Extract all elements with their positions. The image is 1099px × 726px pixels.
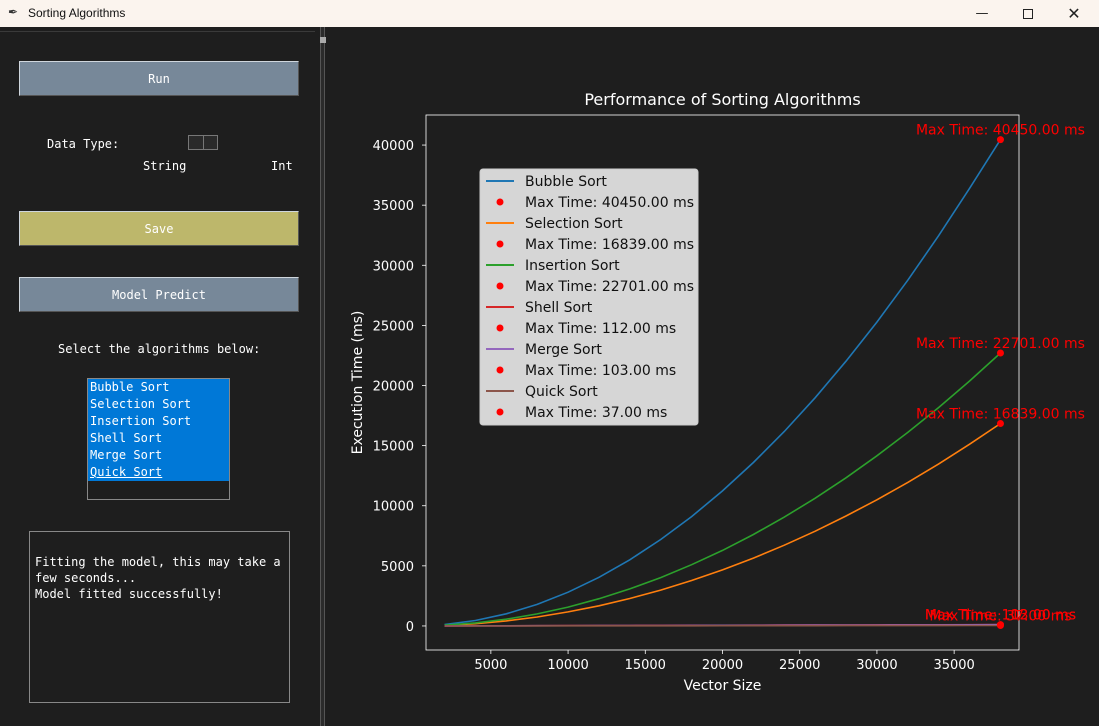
max-label: Max Time: 16839.00 ms	[916, 407, 1085, 423]
run-button[interactable]: Run	[19, 61, 299, 96]
list-item[interactable]: Merge Sort	[88, 447, 229, 464]
int-option-label: Int	[271, 159, 293, 173]
y-tick-label: 30000	[373, 259, 414, 274]
legend-entry: Quick Sort	[525, 384, 598, 400]
x-axis-label: Vector Size	[684, 678, 762, 694]
feather-icon: ✒	[8, 5, 19, 19]
close-button[interactable]: ✕	[1051, 0, 1097, 27]
x-tick-label: 35000	[933, 658, 974, 673]
string-option-label: String	[143, 159, 187, 173]
legend-entry: Max Time: 112.00 ms	[525, 321, 676, 337]
y-tick-label: 15000	[373, 440, 414, 455]
list-item[interactable]: Insertion Sort	[88, 413, 229, 430]
select-algorithms-label: Select the algorithms below:	[58, 342, 261, 356]
list-item[interactable]: Shell Sort	[88, 430, 229, 447]
legend-entry: Merge Sort	[525, 342, 602, 358]
x-tick-label: 10000	[547, 658, 588, 673]
legend-entry: Selection Sort	[525, 216, 623, 232]
performance-chart: Performance of Sorting Algorithms 5000 100…	[350, 90, 1085, 694]
y-tick-label: 40000	[373, 139, 414, 154]
toggle-left	[189, 136, 204, 149]
legend-entry: Max Time: 16839.00 ms	[525, 237, 694, 253]
y-tick-label: 35000	[373, 199, 414, 214]
x-tick-label: 15000	[625, 658, 666, 673]
legend-entry: Insertion Sort	[525, 258, 620, 274]
pane-sash[interactable]	[320, 27, 326, 726]
title-bar: ✒ Sorting Algorithms — ✕	[0, 0, 1099, 27]
legend-entry: Max Time: 22701.00 ms	[525, 279, 694, 295]
model-predict-button[interactable]: Model Predict	[19, 277, 299, 312]
max-label: Max Time: 40450.00 ms	[916, 123, 1085, 139]
minimize-button[interactable]: —	[959, 0, 1005, 27]
legend-entry: Bubble Sort	[525, 174, 607, 190]
legend-entry: Max Time: 37.00 ms	[525, 405, 667, 421]
save-button[interactable]: Save	[19, 211, 299, 246]
log-line: Fitting the model, this may take a	[35, 555, 281, 569]
legend-marker	[496, 324, 504, 332]
plot-area: Performance of Sorting Algorithms 5000 100…	[326, 27, 1094, 726]
legend-marker	[496, 240, 504, 248]
log-line: Model fitted successfully!	[35, 587, 223, 601]
close-icon: ✕	[1067, 4, 1081, 23]
legend-entry: Max Time: 40450.00 ms	[525, 195, 694, 211]
toggle-right	[204, 136, 218, 149]
maximize-button[interactable]	[1005, 0, 1051, 27]
data-type-label: Data Type:	[47, 137, 120, 151]
list-item[interactable]: Quick Sort	[88, 464, 229, 481]
chart-title: Performance of Sorting Algorithms	[584, 90, 860, 109]
y-tick-label: 5000	[381, 560, 414, 575]
maximize-icon	[1023, 8, 1033, 19]
log-textbox[interactable]: Fitting the model, this may take a few s…	[29, 531, 290, 703]
list-item[interactable]: Selection Sort	[88, 396, 229, 413]
legend-marker	[496, 366, 504, 374]
max-label: Max Time: 37.00 ms	[929, 609, 1071, 625]
series-line	[444, 422, 1001, 627]
max-label: Max Time: 22701.00 ms	[916, 336, 1085, 352]
y-tick-label: 0	[406, 620, 414, 635]
y-axis-label: Execution Time (ms)	[350, 311, 366, 455]
legend-marker	[496, 282, 504, 290]
x-tick-label: 30000	[856, 658, 897, 673]
window-title: Sorting Algorithms	[28, 6, 126, 20]
list-item[interactable]: Bubble Sort	[88, 379, 229, 396]
x-tick-label: 20000	[702, 658, 743, 673]
panel-divider	[0, 31, 315, 32]
log-line: few seconds...	[35, 571, 137, 585]
data-type-toggle[interactable]	[188, 135, 218, 150]
minimize-icon: —	[975, 6, 989, 21]
algorithm-listbox[interactable]: Bubble Sort Selection Sort Insertion Sor…	[87, 378, 230, 500]
legend-marker	[496, 408, 504, 416]
legend-entry: Shell Sort	[525, 300, 593, 316]
y-tick-label: 10000	[373, 500, 414, 515]
legend-entry: Max Time: 103.00 ms	[525, 363, 676, 379]
y-tick-label: 20000	[373, 380, 414, 395]
y-tick-label: 25000	[373, 319, 414, 334]
x-tick-label: 5000	[474, 658, 507, 673]
legend-marker	[496, 198, 504, 206]
x-tick-label: 25000	[779, 658, 820, 673]
